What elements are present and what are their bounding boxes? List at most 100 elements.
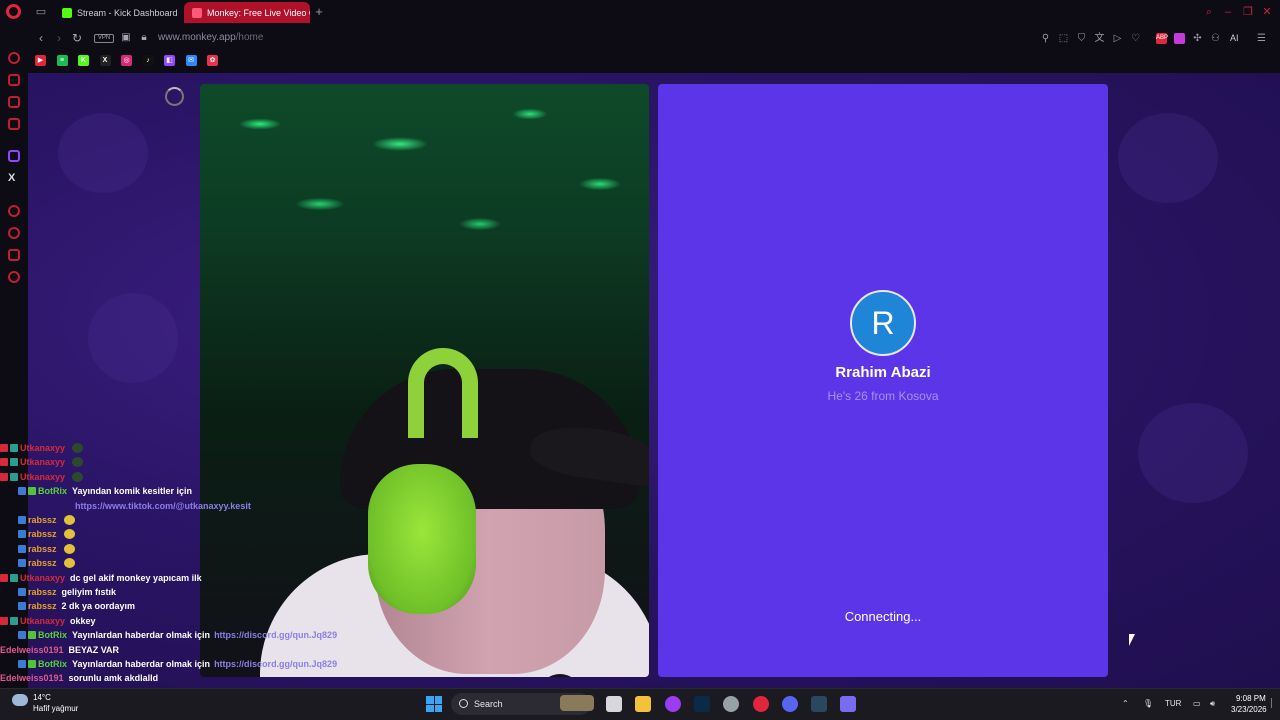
clock-date[interactable]: 3/23/2026 xyxy=(1231,705,1267,714)
windows-start-icon[interactable] xyxy=(426,696,442,712)
chat-username[interactable]: rabssz xyxy=(28,601,57,611)
weather-temperature[interactable]: 14°C xyxy=(33,693,51,702)
chat-link[interactable]: https://www.tiktok.com/@utkanaxyy.kesit xyxy=(75,501,251,511)
chat-username[interactable]: rabssz xyxy=(28,529,57,539)
play-icon[interactable]: ▷ xyxy=(1112,33,1123,44)
sidebar-speed-dial-icon[interactable] xyxy=(8,52,20,64)
close-button[interactable]: ✕ xyxy=(1261,6,1273,18)
chat-badge-icon xyxy=(10,444,18,452)
taskbar-task-view-icon[interactable] xyxy=(606,696,622,712)
chat-emote-icon xyxy=(72,443,84,453)
taskbar-opera-icon[interactable] xyxy=(752,696,769,712)
taskbar-app-misc-icon[interactable] xyxy=(840,696,857,712)
bookmark-tiktok-icon[interactable]: ♪ xyxy=(142,55,154,66)
opera-logo-icon[interactable] xyxy=(6,4,21,19)
extension-icon[interactable] xyxy=(1174,33,1185,44)
bookmark-twitch-icon[interactable]: ◧ xyxy=(164,55,175,66)
microphone-icon[interactable]: 🎙︎ xyxy=(1143,699,1153,708)
sidebar-bag-icon[interactable] xyxy=(8,74,20,86)
chat-username[interactable]: Utkanaxyy xyxy=(20,443,65,453)
bookmark-app-icon[interactable]: ✿ xyxy=(207,55,218,66)
chat-message: BotRix Yayından komik kesitler için xyxy=(18,484,192,498)
sidebar-history-icon[interactable] xyxy=(8,227,20,239)
bookmark-spotify-icon[interactable]: ≡ xyxy=(56,55,68,66)
maximize-button[interactable]: ❐ xyxy=(1242,6,1254,18)
sidebar-twitch-icon[interactable] xyxy=(8,150,20,162)
taskbar-app-purple-icon[interactable] xyxy=(664,696,681,712)
pin-icon[interactable]: ⚲ xyxy=(1040,33,1051,44)
tab-label: Stream - Kick Dashboard xyxy=(77,7,178,18)
chat-link[interactable]: https://discord.gg/qun.Jq829 xyxy=(214,630,337,640)
menu-icon[interactable]: ☰ xyxy=(1256,33,1267,44)
sidebar-tv-icon[interactable] xyxy=(8,96,20,108)
profile-subtitle: He's 26 from Kosova xyxy=(827,389,939,403)
chat-username[interactable]: Utkanaxyy xyxy=(20,457,65,467)
sidebar-pinboard-icon[interactable] xyxy=(8,249,20,261)
chat-username[interactable]: Utkanaxyy xyxy=(20,472,65,482)
url-field[interactable]: www.monkey.app/home xyxy=(158,32,263,43)
heart-icon[interactable]: ♡ xyxy=(1130,33,1141,44)
forward-button[interactable]: › xyxy=(52,31,66,45)
taskbar-steam-icon[interactable] xyxy=(811,696,828,712)
vpn-badge[interactable]: VPN xyxy=(94,34,114,43)
tab-monkey[interactable]: Monkey: Free Live Video C xyxy=(184,2,310,23)
weather-description[interactable]: Hafif yağmur xyxy=(33,704,78,713)
lock-icon[interactable]: 🔒︎ xyxy=(137,31,151,45)
chat-username[interactable]: rabssz xyxy=(28,587,57,597)
bookmark-messenger-icon[interactable]: ✉ xyxy=(185,55,197,66)
tab-manager-icon[interactable]: ▭ xyxy=(34,5,48,19)
chat-badge-icon xyxy=(18,631,26,640)
account-icon[interactable]: ⚇ xyxy=(1210,33,1221,44)
chat-emote-icon xyxy=(63,543,75,554)
chat-text: 2 dk ya oordayım xyxy=(61,601,136,612)
monkey-favicon-icon xyxy=(192,7,202,18)
bookmark-x-icon[interactable]: X xyxy=(99,55,111,66)
shield-icon[interactable]: ⛉ xyxy=(1076,33,1087,44)
webcam-video xyxy=(200,84,649,677)
chat-username[interactable]: Utkanaxyy xyxy=(20,573,65,583)
chat-username[interactable]: Edelweiss0191 xyxy=(0,645,64,655)
chat-username[interactable]: rabssz xyxy=(28,558,57,568)
reload-button[interactable]: ↻ xyxy=(70,31,84,45)
chat-username[interactable]: BotRix xyxy=(38,659,67,669)
sidebar-aria-icon[interactable] xyxy=(8,118,20,130)
tray-overflow-icon[interactable]: ⌃ xyxy=(1122,699,1129,708)
volume-icon[interactable]: 🔊︎ xyxy=(1210,699,1215,709)
chat-username[interactable]: rabssz xyxy=(28,544,57,554)
search-tabs-icon[interactable]: ⌕ xyxy=(1203,6,1215,18)
new-tab-button[interactable]: + xyxy=(312,5,326,19)
chat-username[interactable]: BotRix xyxy=(38,486,67,496)
taskbar-discord-icon[interactable] xyxy=(781,696,798,712)
chat-badge-icon xyxy=(0,472,8,481)
chat-username[interactable]: Edelweiss0191 xyxy=(0,673,64,683)
chat-emote-icon xyxy=(63,529,75,540)
display-icon[interactable]: ▭ xyxy=(1193,699,1201,708)
ai-button[interactable]: AI xyxy=(1230,33,1239,43)
clock-time[interactable]: 9:08 PM xyxy=(1236,694,1266,703)
bookmark-kick-icon[interactable]: K xyxy=(78,55,89,66)
minimize-button[interactable]: – xyxy=(1222,6,1234,18)
chat-link[interactable]: https://discord.gg/qun.Jq829 xyxy=(214,659,337,669)
puzzle-icon[interactable]: ✣ xyxy=(1192,33,1203,44)
taskbar-file-explorer-icon[interactable] xyxy=(635,696,652,712)
snapshot-icon[interactable]: ⬚ xyxy=(1058,33,1069,44)
camera-icon[interactable]: ▣ xyxy=(119,31,133,45)
chat-username[interactable]: Utkanaxyy xyxy=(20,616,65,626)
sidebar-play-icon[interactable] xyxy=(8,205,20,217)
translate-icon[interactable]: 文 xyxy=(1094,33,1105,44)
bookmark-instagram-icon[interactable]: ◎ xyxy=(121,55,132,66)
show-desktop-button[interactable] xyxy=(1271,698,1277,708)
adblock-icon[interactable]: ABP xyxy=(1156,33,1168,44)
sidebar-settings-icon[interactable] xyxy=(8,271,20,283)
chat-username[interactable]: rabssz xyxy=(28,515,57,525)
weather-cloud-icon[interactable] xyxy=(12,694,28,706)
bookmark-youtube-icon[interactable]: ▶ xyxy=(35,55,46,66)
tab-kick-dashboard[interactable]: Stream - Kick Dashboard xyxy=(54,2,180,23)
chat-text: okkey xyxy=(70,615,96,626)
back-button[interactable]: ‹ xyxy=(34,31,48,45)
chat-message: rabssz xyxy=(18,513,75,527)
taskbar-photoshop-icon[interactable] xyxy=(693,696,710,712)
chat-username[interactable]: BotRix xyxy=(38,630,67,640)
sidebar-x-icon[interactable]: X xyxy=(8,172,15,184)
language-indicator[interactable]: TUR xyxy=(1165,699,1181,708)
